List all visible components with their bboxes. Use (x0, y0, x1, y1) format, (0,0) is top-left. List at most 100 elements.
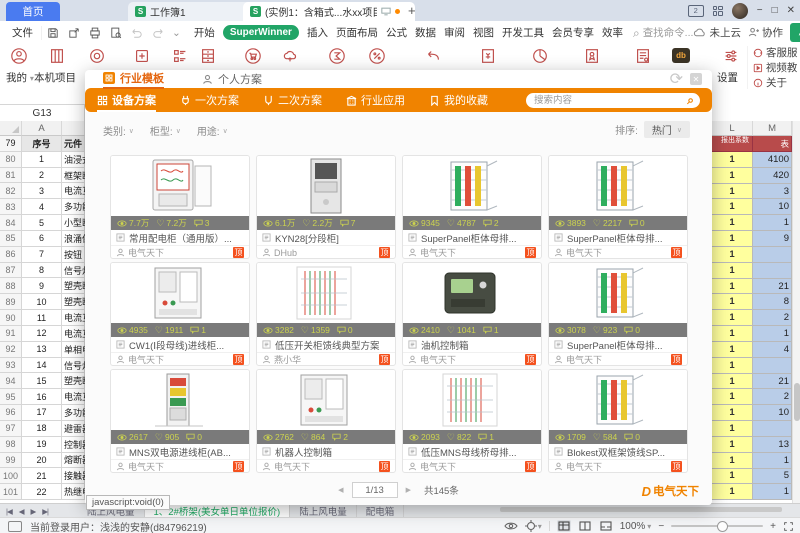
new-scheme-icon[interactable] (133, 47, 151, 65)
template-search-input[interactable] (532, 94, 687, 107)
tab-industry-templates[interactable]: 行业模板 (103, 69, 164, 89)
cell-factor[interactable]: 1 (712, 484, 753, 500)
local-projects-label[interactable]: 本机项目 (34, 70, 76, 85)
filter-0[interactable]: 类别:∨ (103, 123, 134, 138)
row-number[interactable]: 80 (0, 152, 22, 168)
menu-item-5[interactable]: 数据 (415, 25, 436, 40)
cell-component[interactable]: 电流互 (62, 310, 85, 326)
cell-factor[interactable]: 1 (712, 247, 753, 263)
template-card-1[interactable]: 7.7万 ♡ 7.2万 3 常用配电柜（通用版）... 电气天下 顶 (110, 155, 250, 259)
table-row[interactable]: 1 10 (712, 199, 792, 215)
cell-factor[interactable]: 1 (712, 358, 753, 374)
tab-personal-schemes[interactable]: 个人方案 (202, 70, 262, 88)
template-card-2[interactable]: 6.1万 ♡ 2.2万 7 KYN28[分段柜] DHub 顶 (256, 155, 396, 259)
template-card-4[interactable]: 3893 ♡ 2217 0 SuperPanel柜体母排... 电气天下 顶 (548, 155, 688, 259)
scheme-list-icon[interactable] (171, 47, 189, 65)
cell-seq[interactable]: 4 (22, 199, 62, 215)
cell-seq[interactable]: 10 (22, 294, 62, 310)
column-header-a[interactable]: A (22, 121, 62, 136)
sheet-tab-3[interactable]: 配电箱 (357, 504, 405, 518)
cell-value[interactable]: 8 (753, 294, 792, 310)
table-row[interactable]: 97 18 避雷器 (0, 421, 85, 437)
row-number[interactable]: 98 (0, 437, 22, 453)
save-icon[interactable] (46, 26, 60, 40)
row-number[interactable]: 97 (0, 421, 22, 437)
table-row[interactable]: 1 5 (712, 469, 792, 485)
cell-factor[interactable]: 1 (712, 199, 753, 215)
panel-nav-tab-0[interactable]: 设备方案 (97, 88, 156, 112)
sheet-tab-2[interactable]: 陆上风电量 (290, 504, 357, 518)
select-all-corner[interactable] (0, 121, 22, 136)
cell-value[interactable]: 420 (753, 168, 792, 184)
row-number[interactable]: 90 (0, 310, 22, 326)
table-row[interactable]: 92 13 单相电 (0, 342, 85, 358)
table-row[interactable]: 81 2 框架断 (0, 168, 85, 184)
cell-component[interactable]: 熔断器 (62, 453, 85, 469)
vertical-scrollbar[interactable] (792, 121, 800, 503)
table-row[interactable]: 87 8 信号灯 (0, 263, 85, 279)
cell-component[interactable]: 浪涌保 (62, 231, 85, 247)
menu-item-6[interactable]: 审阅 (444, 25, 465, 40)
print-preview-icon[interactable] (109, 26, 123, 40)
cell-component[interactable]: 小型断 (62, 215, 85, 231)
template-search-box[interactable]: ⌕ (526, 93, 700, 108)
zoom-level[interactable]: 100%▾ (620, 521, 652, 532)
invoice-icon[interactable] (479, 47, 497, 65)
cell-value[interactable] (753, 263, 792, 279)
cell-seq[interactable]: 15 (22, 373, 62, 389)
new-tab-button[interactable]: + (408, 2, 416, 19)
table-row[interactable]: 101 22 热继电 (0, 484, 85, 500)
table-row[interactable]: 82 3 电流互 (0, 183, 85, 199)
table-row[interactable]: 95 16 电流互 (0, 389, 85, 405)
template-card-9[interactable]: 2617 ♡ 905 0 MNS双电源进线柜(AB... 电气天下 顶 (110, 369, 250, 473)
table-row[interactable]: 1 9 (712, 231, 792, 247)
help-item-0[interactable]: 客服服 (753, 46, 800, 59)
cell-seq[interactable]: 11 (22, 310, 62, 326)
cell-component[interactable]: 避雷器 (62, 421, 85, 437)
cell-factor[interactable]: 1 (712, 184, 753, 200)
cell-value[interactable]: 10 (753, 405, 792, 421)
cell-component[interactable]: 元件 (62, 136, 85, 152)
column-header-l[interactable]: L (712, 121, 753, 136)
cell-component[interactable]: 塑壳断 (62, 278, 85, 294)
cell-seq[interactable]: 6 (22, 231, 62, 247)
row-number[interactable]: 99 (0, 453, 22, 469)
table-row[interactable]: 94 15 塑壳断 (0, 373, 85, 389)
cell-factor[interactable]: 1 (712, 326, 753, 342)
row-number[interactable]: 86 (0, 247, 22, 263)
cell-value[interactable]: 10 (753, 199, 792, 215)
cell-component[interactable]: 信号灯 (62, 263, 85, 279)
cell-factor[interactable]: 1 (712, 469, 753, 485)
menu-item-10[interactable]: 效率 (602, 25, 623, 40)
table-row[interactable]: 91 12 电流互 (0, 326, 85, 342)
cell-seq[interactable]: 12 (22, 326, 62, 342)
row-number[interactable]: 87 (0, 263, 22, 279)
template-card-6[interactable]: 3282 ♡ 1359 0 低压开关柜馈线典型方案 燕小华 顶 (256, 262, 396, 366)
refresh-icon[interactable]: ⟳ (670, 69, 683, 89)
cell-seq[interactable]: 19 (22, 437, 62, 453)
print-icon[interactable] (88, 26, 102, 40)
cell-seq[interactable]: 9 (22, 278, 62, 294)
cell-seq[interactable]: 1 (22, 152, 62, 168)
seal-icon[interactable] (88, 47, 106, 65)
normal-view-icon[interactable] (557, 520, 571, 532)
percent-icon[interactable] (368, 47, 386, 65)
row-number[interactable]: 81 (0, 168, 22, 184)
table-row[interactable]: 1 21 (712, 374, 792, 390)
tab-home[interactable]: 首页 (6, 2, 60, 21)
cell-component[interactable]: 多功能 (62, 199, 85, 215)
cell-component[interactable]: 塑壳断 (62, 373, 85, 389)
page-break-view-icon[interactable] (599, 520, 613, 532)
search-icon[interactable]: ⌕ (687, 94, 694, 106)
cell-factor[interactable]: 1 (712, 405, 753, 421)
zoom-out-button[interactable]: − (658, 521, 664, 532)
cell-seq[interactable]: 22 (22, 484, 62, 500)
cell-factor[interactable]: 1 (712, 310, 753, 326)
cell-component[interactable]: 信号灯 (62, 358, 85, 374)
row-number[interactable]: 100 (0, 468, 22, 484)
menu-item-8[interactable]: 开发工具 (502, 25, 544, 40)
row-number[interactable]: 93 (0, 358, 22, 374)
filter-2[interactable]: 用途:∨ (197, 123, 228, 138)
row-number[interactable]: 91 (0, 326, 22, 342)
share-button[interactable]: 分享 (790, 23, 800, 42)
